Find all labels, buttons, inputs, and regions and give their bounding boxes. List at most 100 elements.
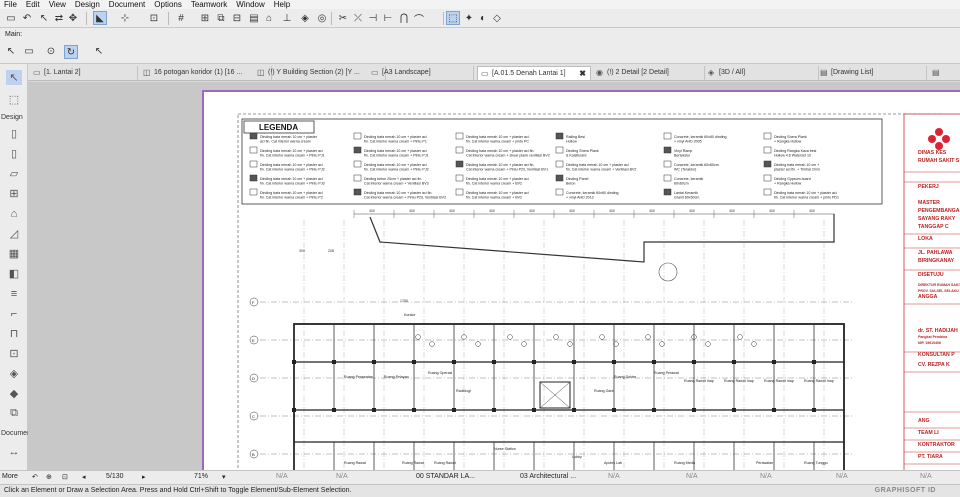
rotate-view-icon[interactable]: ↻ [64,45,78,59]
tab-denah-lantai-1[interactable]: ▭ [A.01.5 Denah Lantai 1] ✖ [477,66,591,80]
wall-tool[interactable]: ▯ [6,126,22,141]
model-view-select[interactable]: 03 Architectural ... [520,473,576,480]
fillet-icon[interactable]: ⌒ [412,11,426,26]
group-icon[interactable]: ⧉ [214,11,228,25]
more-label[interactable]: More [2,473,18,480]
paint-icon[interactable]: ◐ [476,11,490,25]
title-block-line: RUMAH SAKIT S [918,158,960,164]
pan-icon[interactable]: ✥ [66,11,80,25]
close-tab-icon[interactable]: ✖ [579,67,586,80]
zone-tool[interactable]: ◧ [6,266,22,281]
cut-icon[interactable]: ✂ [336,11,350,25]
undo-icon[interactable]: ↶ [20,11,34,25]
layers-icon[interactable]: ◇ [490,11,504,25]
adjust-icon[interactable]: ⊢ [381,11,395,25]
legend-swatch [455,160,464,168]
menu-options[interactable]: Options [154,0,182,9]
pointer-icon[interactable]: ↖ [92,44,106,58]
legend-item-cont: Granit 60x60cm [674,196,699,200]
intersect-icon[interactable]: ⋂ [397,11,411,25]
menu-edit[interactable]: Edit [26,0,40,9]
room-label: Ruang Rawat Inap [684,379,714,383]
na-field-2: N/A [336,473,348,480]
tab-potongan-koridor[interactable]: ◫ 16 potogan koridor (1) [16 ... [140,66,272,80]
grid-snap-icon[interactable]: # [174,11,188,25]
stair-tool[interactable]: ≡ [6,286,22,301]
marquee-tool-icon[interactable]: ▭ [22,44,36,58]
room-label: Koridor [404,313,416,317]
tab-2-detail[interactable]: ◉ (!) 2 Detail [2 Detail] [593,66,705,80]
settings-icon[interactable]: ⊙ [44,44,58,58]
window-tool[interactable]: ⊡ [6,346,22,361]
drawing-canvas[interactable]: LEGENDA Dinding bata merah 10 cm + plast… [28,82,960,470]
tab-overflow-menu[interactable]: ▤ [929,66,959,80]
menu-teamwork[interactable]: Teamwork [191,0,227,9]
beam-tool[interactable]: ▱ [6,166,22,181]
column-tool[interactable]: ▯ [6,146,22,161]
trim-icon[interactable]: ⤫ [351,11,365,25]
tab-drawing-list[interactable]: ▤ [Drawing List] [817,66,927,80]
shell-tool[interactable]: ◿ [6,226,22,241]
split-icon[interactable]: ⊣ [366,11,380,25]
layout-icon[interactable]: ▤ [247,11,261,25]
ungroup-icon[interactable]: ⊟ [230,11,244,25]
suspend-groups-icon[interactable]: ⊞ [198,11,212,25]
trace-icon[interactable]: ⇄ [52,11,66,25]
dimension-tool[interactable]: ↔ [6,444,22,459]
section-icon[interactable]: ⊥ [280,11,294,25]
arrow-tool-icon[interactable]: ↖ [4,44,18,58]
menu-design[interactable]: Design [75,0,100,9]
railing-tool[interactable]: ⌐ [6,306,22,321]
menu-document[interactable]: Document [109,0,145,9]
tab-a3-landscape[interactable]: ▭ [A3 Landscape] [368,66,474,80]
building-icon[interactable]: ⌂ [262,11,276,25]
skylight-tool[interactable]: ◆ [6,386,22,401]
menu-help[interactable]: Help [274,0,290,9]
mesh-tool[interactable]: ▦ [6,246,22,261]
graphisoft-id-label[interactable]: GRAPHISOFT ID [875,485,936,497]
dimension-label: 400 [409,209,415,213]
layer-combination-select[interactable]: 00 STANDAR LA... [416,473,475,480]
arrow-tool[interactable]: ↖ [6,70,22,85]
tab-y-building-section[interactable]: ◫ (!) Y Building Section (2) [Y ... [254,66,386,80]
zoom-dropdown-icon[interactable]: ▾ [222,473,226,481]
door-tool[interactable]: ⊓ [6,326,22,341]
legend-swatch [353,160,362,168]
render-icon[interactable]: ◎ [315,11,329,25]
magic-wand-icon[interactable]: ✦ [462,11,476,25]
object-tool[interactable]: ◈ [6,366,22,381]
gravity-icon[interactable]: ⊡ [147,11,161,25]
prev-page-icon[interactable]: ◂ [82,473,86,481]
zoom-icon[interactable]: ⊕ [46,473,52,481]
standard-toolbar: ▭ ↶ ↖ ⇄ ✥ ◣ ⊹ ⊡ # ⊞ ⧉ ⊟ ▤ ⌂ ⊥ ◈ ◎ ✂ ⤫ ⊣ … [0,9,960,28]
selection-arrow-icon[interactable]: ↖ [37,11,51,25]
curtain-wall-tool[interactable]: ⧉ [6,406,22,421]
zoom-level[interactable]: 71% [194,473,208,480]
title-block-line: PEKERJ [918,184,939,190]
room-label: Ruang Dokter [614,375,637,379]
na-field-6: N/A [836,473,848,480]
fit-icon[interactable]: ⊡ [62,473,68,481]
tab-lantai-2[interactable]: ▭ [1. Lantai 2] [30,66,138,80]
document-section-label: Documen [1,430,31,437]
menu-view[interactable]: View [49,0,66,9]
tab-3d-all[interactable]: ◈ [3D / All] [705,66,819,80]
slab-tool[interactable]: ⊞ [6,186,22,201]
legend-item-cont: fin. Cat interior warna cream + Pintu P2 [260,196,323,200]
room-label: Ruang Rawat Inap [764,379,794,383]
menu-window[interactable]: Window [236,0,264,9]
legend-item: Concrete, keramik 60x60 dinding [674,135,727,139]
next-page-icon[interactable]: ▸ [142,473,146,481]
snap-guides-icon[interactable]: ◣ [93,11,107,25]
roof-tool[interactable]: ⌂ [6,206,22,221]
legend-item-cont: fin. Cat interior warna cream + Pintu PJ… [364,154,429,158]
marquee-tool[interactable]: ⬚ [6,92,22,107]
marquee-icon[interactable]: ⬚ [446,11,460,25]
room-label: Radiologi [456,389,471,393]
undo-zoom-icon[interactable]: ↶ [32,473,38,481]
3d-window-icon[interactable]: ◈ [298,11,312,25]
relative-construction-icon[interactable]: ⊹ [118,11,132,25]
legend-item-cont: + Rangka Hollow [774,182,802,186]
open-icon[interactable]: ▭ [4,11,18,25]
menu-file[interactable]: File [4,0,17,9]
